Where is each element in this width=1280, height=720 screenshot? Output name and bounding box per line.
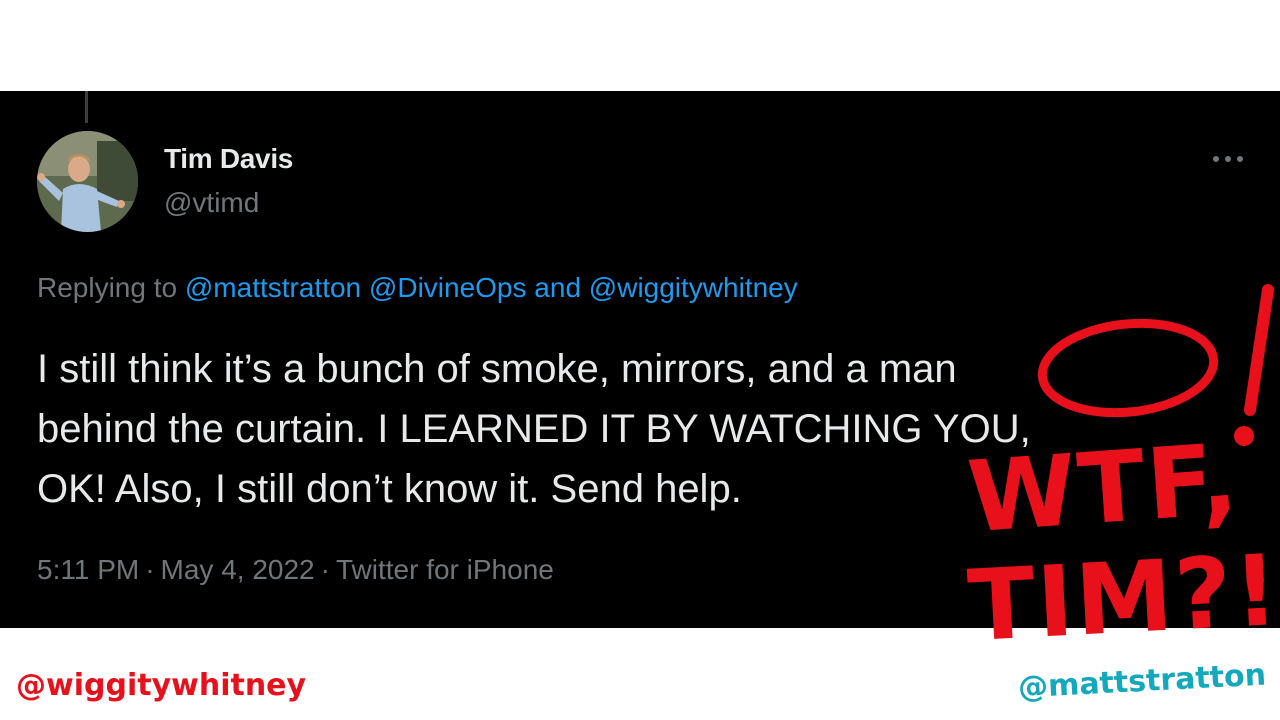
footer-handle-right: @mattstratton — [1017, 657, 1267, 706]
mention-joiner: and — [534, 272, 582, 303]
meta-separator: · — [145, 554, 155, 585]
mention-link-mattstratton[interactable]: @mattstratton — [185, 272, 361, 303]
author-handle[interactable]: @vtimd — [164, 187, 259, 219]
more-dot-icon — [1225, 156, 1231, 162]
avatar-photo-icon — [37, 131, 138, 232]
more-dot-icon — [1237, 156, 1243, 162]
tweet-source[interactable]: Twitter for iPhone — [336, 554, 554, 585]
tim-annotation: TIM?! — [965, 533, 1280, 665]
tweet-date[interactable]: May 4, 2022 — [161, 554, 315, 585]
tweet-text-line: I still think it’s a bunch of smoke, mir… — [37, 347, 957, 391]
mention-link-wiggitywhitney[interactable]: @wiggitywhitney — [589, 272, 798, 303]
author-name[interactable]: Tim Davis — [164, 143, 293, 175]
mention-link-divineops[interactable]: @DivineOps — [369, 272, 527, 303]
meta-separator: · — [320, 554, 330, 585]
author-avatar[interactable] — [37, 131, 138, 232]
tweet-time[interactable]: 5:11 PM — [37, 554, 139, 585]
tweet-metadata: 5:11 PM · May 4, 2022 · Twitter for iPhone — [37, 554, 554, 586]
replying-to-label: Replying to — [37, 272, 178, 303]
replying-to-line: Replying to @mattstratton @DivineOps and… — [37, 272, 798, 304]
thread-connector-line — [85, 91, 88, 123]
more-options-icon[interactable] — [1208, 151, 1248, 167]
wtf-annotation: WTF, — [964, 422, 1244, 556]
more-dot-icon — [1213, 156, 1219, 162]
footer-handle-left: @wiggitywhitney — [16, 668, 307, 703]
